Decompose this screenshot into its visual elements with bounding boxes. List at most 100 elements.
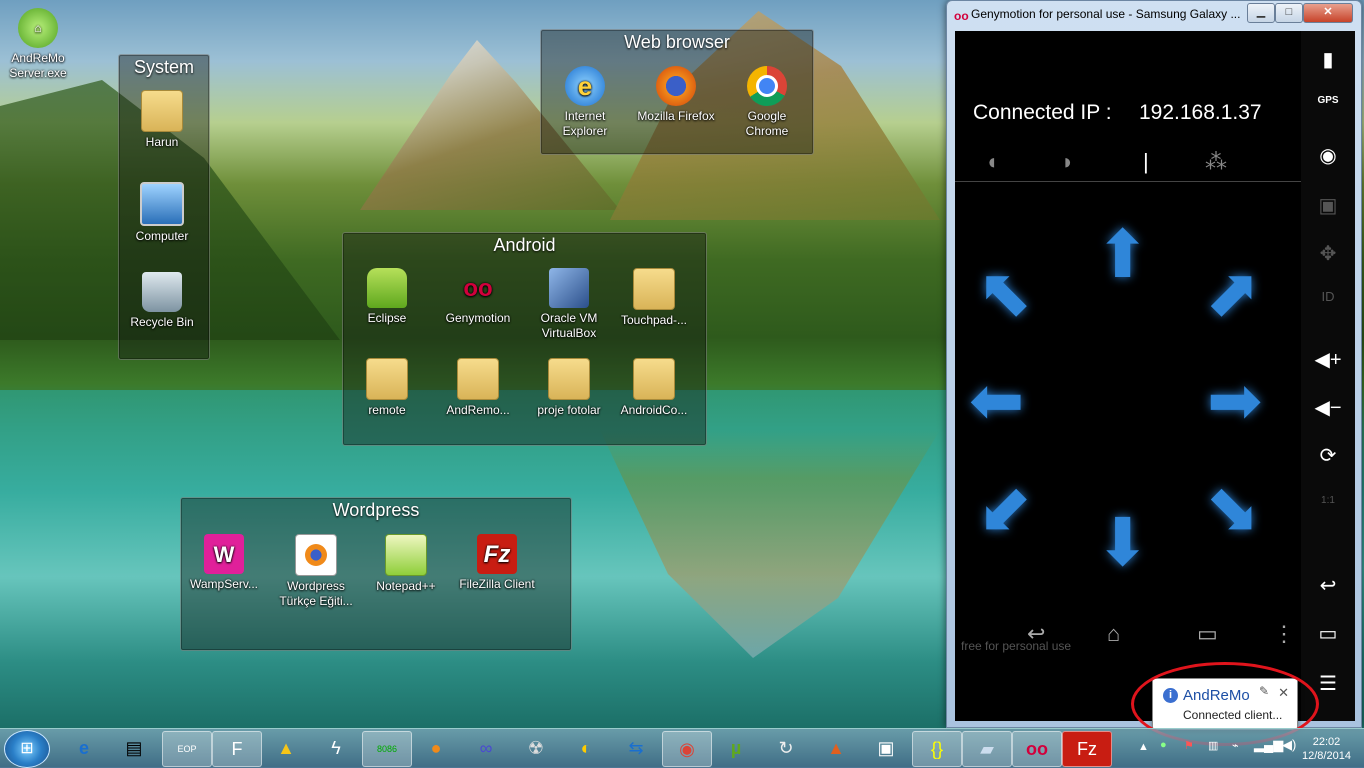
taskbar-firefox-icon[interactable]: ●: [412, 731, 460, 765]
taskbar-chrome-icon[interactable]: ◉: [662, 731, 712, 767]
taskbar-f-icon[interactable]: F: [212, 731, 262, 767]
folder-icon: [457, 358, 499, 400]
network-signal-icon[interactable]: ▂▄▆: [1254, 737, 1283, 753]
volume-up-icon[interactable]: ◀+: [1301, 347, 1355, 372]
id-label: ID: [1321, 289, 1335, 304]
taskbar-explorer-icon[interactable]: ▤: [110, 731, 158, 765]
taskbar-8086-icon[interactable]: 8086: [362, 731, 412, 767]
arrow-up-left-button[interactable]: ⬉: [977, 259, 1032, 325]
taskbar-filezilla-icon[interactable]: Fz: [1062, 731, 1112, 767]
tab-left-mouse[interactable]: ◖: [985, 149, 998, 175]
taskbar-ie-icon[interactable]: e: [60, 731, 108, 765]
camera-icon[interactable]: ◉: [1301, 143, 1355, 168]
taskbar-utorrent-icon[interactable]: µ: [712, 731, 760, 765]
speaker-icon[interactable]: ◀): [1282, 737, 1296, 753]
clapper-icon[interactable]: ▣: [1301, 193, 1355, 218]
arrow-down-left-button[interactable]: ⬋: [977, 475, 1032, 541]
desktop-icon-eclipse[interactable]: Eclipse: [345, 268, 429, 326]
desktop-icon-andremo-folder[interactable]: AndRemo...: [436, 358, 520, 418]
taskbar-vbox-icon[interactable]: ▣: [862, 731, 910, 765]
recents-icon[interactable]: ▭: [1301, 621, 1355, 646]
firefox-icon: [656, 66, 696, 106]
taskbar-bot-icon[interactable]: ☢: [512, 731, 560, 765]
desktop-icon-chrome[interactable]: Google Chrome: [725, 66, 809, 139]
device-screen[interactable]: Connected IP : 192.168.1.37 ◖ ◗ | ⁂ ⬆ ⬉ …: [955, 31, 1301, 721]
tray-flag-icon[interactable]: ⚑: [1184, 739, 1194, 752]
rotate-icon[interactable]: ⟳: [1301, 443, 1355, 468]
desktop-icon-label: Computer: [135, 229, 189, 243]
arrow-down-button[interactable]: ⬇: [1095, 509, 1150, 575]
dpad-icon[interactable]: ✥: [1301, 241, 1355, 266]
back-icon[interactable]: ↩: [1301, 573, 1355, 598]
desktop-icon-genymotion[interactable]: oo Genymotion: [436, 268, 520, 326]
arrow-down-right-button[interactable]: ⬊: [1205, 475, 1260, 541]
maximize-button[interactable]: □: [1275, 3, 1303, 23]
arrow-up-right-button[interactable]: ⬈: [1205, 259, 1260, 325]
internet-explorer-icon: e: [565, 66, 605, 106]
watermark-text: free for personal use: [961, 639, 1072, 653]
desktop-icon-label: FileZilla Client: [459, 577, 535, 591]
desktop-icon-label: WampServ...: [189, 577, 258, 591]
desktop-icon-recycle-bin[interactable]: Recycle Bin: [120, 272, 204, 330]
id-icon[interactable]: ID: [1301, 289, 1355, 304]
notepadpp-icon: [385, 534, 427, 576]
scale-icon[interactable]: 1:1: [1301, 495, 1355, 506]
taskbar-triangle-icon[interactable]: ▲: [262, 731, 310, 765]
show-hidden-icons-button[interactable]: ▲: [1138, 741, 1149, 753]
android-recents-icon[interactable]: ▭: [1197, 621, 1218, 647]
desktop-icon-virtualbox[interactable]: Oracle VM VirtualBox: [527, 268, 611, 341]
taskbar: ⊞ e ▤ EOP F ▲ ϟ 8086 ● ∞ ☢ ◐ ⇆ ◉ µ ↻ ▲ ▣…: [0, 728, 1364, 768]
desktop-icon-notepadpp[interactable]: Notepad++: [364, 534, 448, 594]
desktop-icon-proje-fotolar[interactable]: proje fotolar: [527, 358, 611, 418]
gps-label: GPS: [1317, 95, 1339, 106]
desktop-icon-touchpad[interactable]: Touchpad-...: [612, 268, 696, 328]
clock[interactable]: 22:02 12/8/2014: [1302, 735, 1351, 763]
andremo-tray-icon[interactable]: ●: [1160, 739, 1167, 751]
desktop-icon-label: Mozilla Firefox: [637, 109, 715, 123]
taskbar-eop-icon[interactable]: EOP: [162, 731, 212, 767]
android-menu-icon[interactable]: ⋮: [1273, 621, 1295, 647]
genymotion-icon: oo: [463, 274, 493, 302]
taskbar-sync-icon[interactable]: ↻: [762, 731, 810, 765]
tab-right-mouse[interactable]: ◗: [1061, 149, 1074, 175]
taskbar-infinity-icon[interactable]: ∞: [462, 731, 510, 765]
android-home-icon[interactable]: ⌂: [1107, 621, 1120, 647]
desktop-icon-wordpress-tutorial[interactable]: Wordpress Türkçe Eğiti...: [274, 534, 358, 609]
clock-time: 22:02: [1312, 736, 1341, 748]
taskbar-lightning-icon[interactable]: ϟ: [312, 731, 360, 765]
taskbar-teamviewer-icon[interactable]: ⇆: [612, 731, 660, 765]
desktop-icon-andremo[interactable]: ⌂ AndReMo Server.exe: [0, 8, 80, 81]
desktop-icon-firefox[interactable]: Mozilla Firefox: [634, 66, 718, 124]
desktop-icon-label: AndReMo Server.exe: [9, 51, 67, 80]
taskbar-banana-icon[interactable]: ◐: [562, 731, 610, 765]
arrow-up-button[interactable]: ⬆: [1095, 221, 1150, 287]
taskbar-braces-icon[interactable]: {}: [912, 731, 962, 767]
desktop-icon-filezilla[interactable]: Fz FileZilla Client: [455, 534, 539, 592]
desktop-icon-computer[interactable]: Computer: [120, 182, 204, 244]
gps-icon[interactable]: GPS: [1301, 95, 1355, 106]
taskbar-paper-icon[interactable]: ▰: [962, 731, 1012, 767]
arrow-right-button[interactable]: ➡: [1207, 367, 1262, 433]
tray-usb-icon[interactable]: ⌁: [1232, 739, 1239, 752]
taskbar-matlab-icon[interactable]: ▲: [812, 731, 860, 765]
tab-text-cursor[interactable]: |: [1143, 149, 1149, 175]
desktop-icon-remote[interactable]: remote: [345, 358, 429, 418]
taskbar-genymotion-icon[interactable]: oo: [1012, 731, 1062, 767]
battery-icon[interactable]: ▮: [1301, 47, 1355, 72]
tab-touchpad[interactable]: ⁂: [1205, 149, 1227, 175]
desktop-icon-androidco[interactable]: AndroidCo...: [612, 358, 696, 418]
close-button[interactable]: ✕: [1303, 3, 1353, 23]
desktop-icon-wampserver[interactable]: W WampServ...: [182, 534, 266, 592]
desktop-icon-internet-explorer[interactable]: e Internet Explorer: [543, 66, 627, 139]
volume-down-icon[interactable]: ◀−: [1301, 395, 1355, 420]
desktop-icon-harun[interactable]: Harun: [120, 90, 204, 150]
tray-monitor-icon[interactable]: ▥: [1208, 739, 1218, 752]
minimize-button[interactable]: ▁: [1247, 3, 1275, 23]
start-button[interactable]: ⊞: [4, 730, 50, 768]
desktop-icon-label: Google Chrome: [745, 109, 789, 138]
fence-title: System: [133, 57, 194, 77]
genymotion-window: oo Genymotion for personal use - Samsung…: [946, 0, 1362, 728]
genymotion-sidebar: ▮ GPS ◉ ▣ ✥ ID ◀+ ◀− ⟳ 1:1 ↩ ▭ ☰: [1301, 31, 1355, 721]
arrow-left-button[interactable]: ⬅: [969, 367, 1024, 433]
wampserver-icon: W: [204, 534, 244, 574]
